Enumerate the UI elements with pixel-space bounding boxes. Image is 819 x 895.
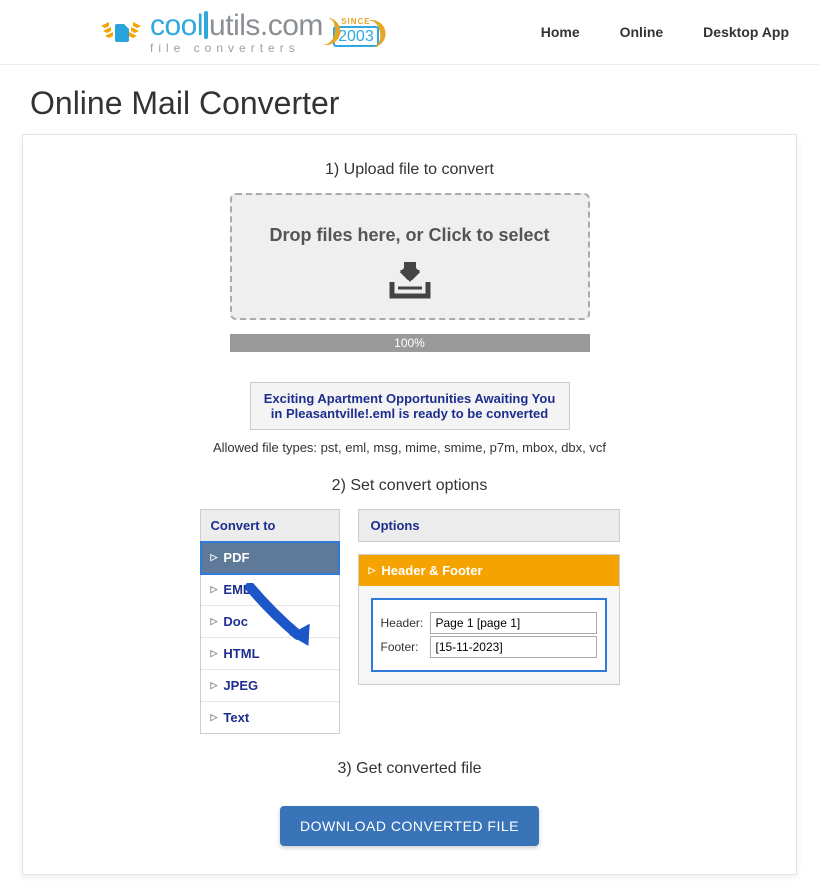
footer-input[interactable] <box>430 636 597 658</box>
triangle-icon: ▷ <box>211 712 218 723</box>
format-pdf[interactable]: ▷PDF <box>201 542 339 574</box>
allowed-types: Allowed file types: pst, eml, msg, mime,… <box>23 440 796 455</box>
step1-heading: 1) Upload file to convert <box>23 161 796 179</box>
nav-desktop[interactable]: Desktop App <box>703 24 789 40</box>
header-footer-panel: ▷ Header & Footer Header: Footer: <box>358 554 620 685</box>
logo-block[interactable]: coolutils.com file converters ❨ SINCE 20… <box>100 10 381 54</box>
download-tray-icon <box>242 260 578 300</box>
upload-progress: 100% <box>230 334 590 352</box>
top-bar: coolutils.com file converters ❨ SINCE 20… <box>0 0 819 65</box>
format-jpeg[interactable]: ▷JPEG <box>201 670 339 702</box>
triangle-icon: ▷ <box>211 616 218 627</box>
format-html[interactable]: ▷HTML <box>201 638 339 670</box>
options-column: Options ▷ Header & Footer Header: Footer… <box>358 509 620 734</box>
triangle-icon: ▷ <box>211 680 218 691</box>
file-dropzone[interactable]: Drop files here, or Click to select <box>230 193 590 320</box>
header-input[interactable] <box>430 612 597 634</box>
step3-heading: 3) Get converted file <box>23 760 796 778</box>
header-footer-head[interactable]: ▷ Header & Footer <box>359 555 619 586</box>
triangle-icon: ▷ <box>211 584 218 595</box>
format-doc[interactable]: ▷Doc <box>201 606 339 638</box>
since-badge: ❨ SINCE 2003 ❩ <box>331 10 381 54</box>
triangle-icon: ▷ <box>211 648 218 659</box>
triangle-icon: ▷ <box>369 565 376 576</box>
step2-heading: 2) Set convert options <box>23 477 796 495</box>
format-eml[interactable]: ▷EML <box>201 574 339 606</box>
main-nav: Home Online Desktop App <box>541 24 789 40</box>
convert-to-head: Convert to <box>201 510 339 542</box>
header-footer-body: Header: Footer: <box>371 598 607 672</box>
dropzone-text: Drop files here, or Click to select <box>242 225 578 246</box>
brand-dotcom: .com <box>260 9 323 42</box>
file-ready-banner: Exciting Apartment Opportunities Awaitin… <box>250 382 570 430</box>
laurel-right-icon: ❩ <box>363 13 394 52</box>
brand-cool: cool <box>150 9 203 42</box>
brand-utils: utils <box>209 9 260 42</box>
nav-home[interactable]: Home <box>541 24 580 40</box>
triangle-icon: ▷ <box>211 552 218 563</box>
brand-text: coolutils.com file converters <box>150 11 323 54</box>
header-label: Header: <box>381 616 426 630</box>
progress-percent: 100% <box>394 336 425 350</box>
download-converted-button[interactable]: DOWNLOAD CONVERTED FILE <box>280 806 539 846</box>
brand-subtitle: file converters <box>150 43 323 54</box>
options-head[interactable]: Options <box>358 509 620 542</box>
footer-label: Footer: <box>381 640 426 654</box>
nav-online[interactable]: Online <box>620 24 664 40</box>
converter-card: 1) Upload file to convert Drop files her… <box>22 134 797 875</box>
format-text[interactable]: ▷Text <box>201 702 339 733</box>
convert-to-list: Convert to ▷PDF ▷EML ▷Doc ▷HTML ▷JPEG ▷T… <box>200 509 340 734</box>
page-title: Online Mail Converter <box>0 65 819 134</box>
step2-panel: Convert to ▷PDF ▷EML ▷Doc ▷HTML ▷JPEG ▷T… <box>110 509 710 734</box>
wings-logo-icon <box>100 16 142 48</box>
